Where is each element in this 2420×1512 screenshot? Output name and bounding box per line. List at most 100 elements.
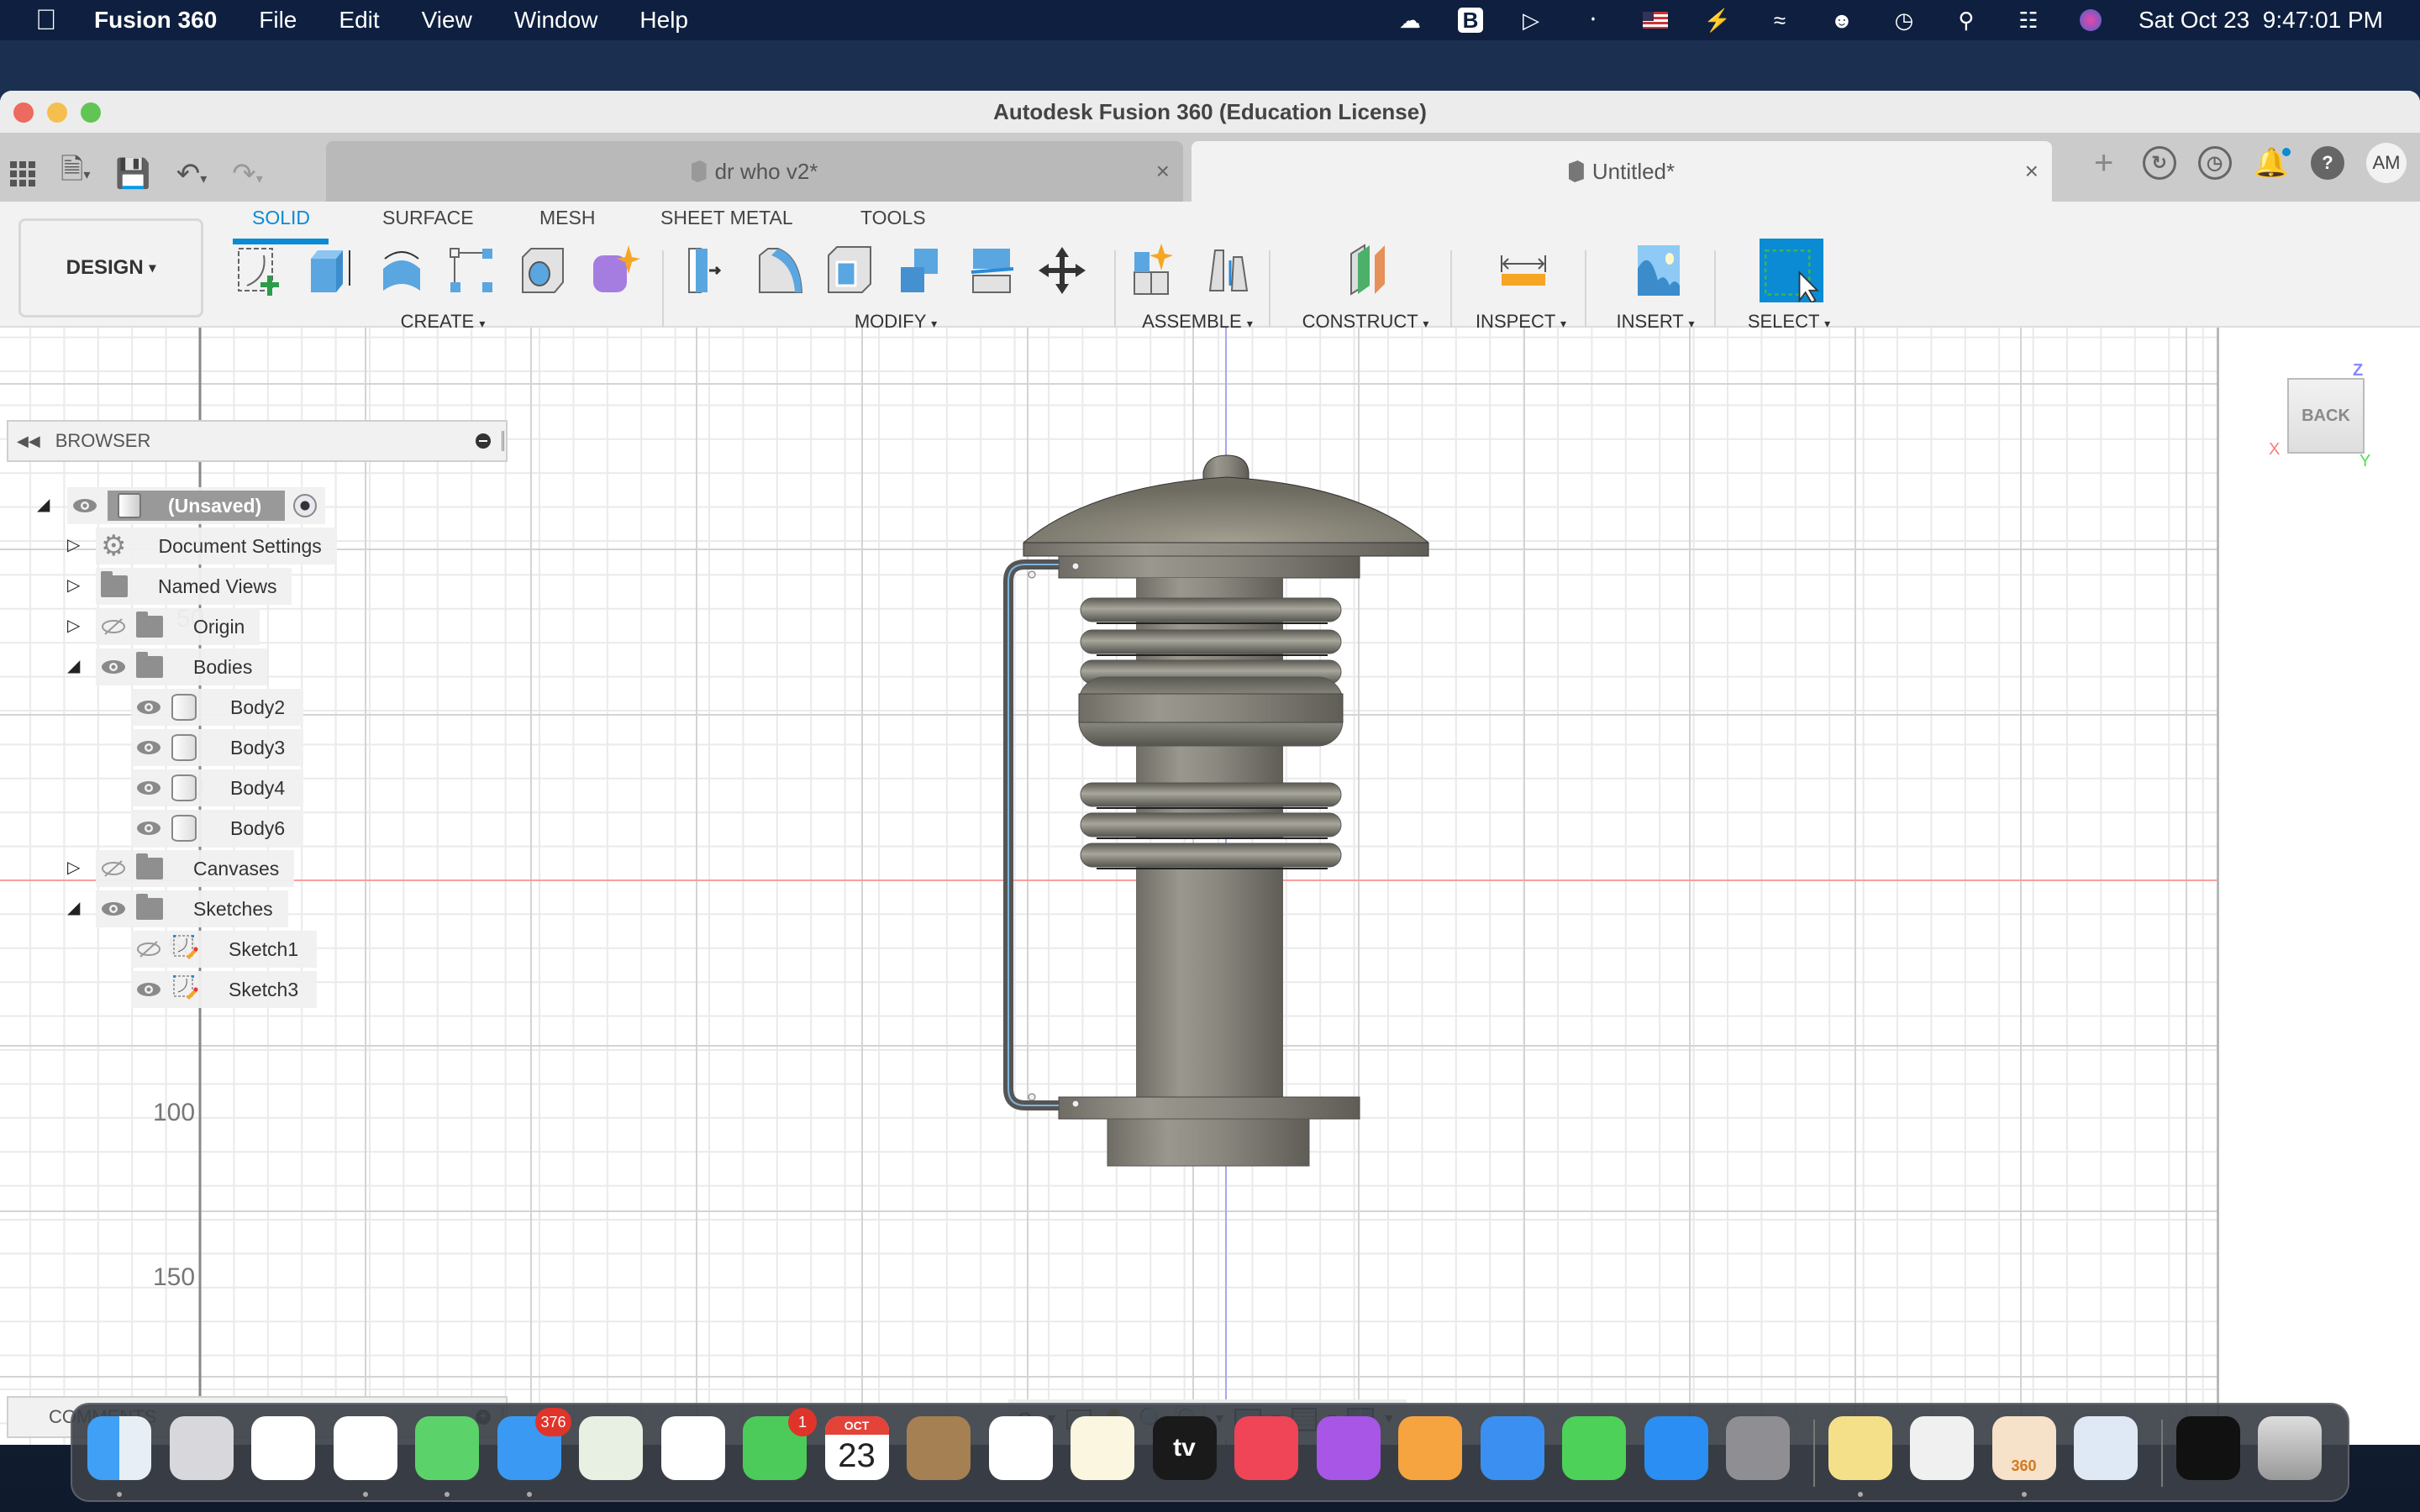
- visibility-eye-icon[interactable]: [72, 493, 97, 518]
- creative-cloud-icon[interactable]: ☁: [1396, 8, 1424, 33]
- browser-minimize-icon[interactable]: [476, 433, 491, 449]
- dock-app-reminders[interactable]: [988, 1416, 1053, 1480]
- close-tab-icon[interactable]: ×: [1156, 158, 1170, 185]
- dock-app-notes[interactable]: [1071, 1416, 1134, 1480]
- siri-icon[interactable]: [2076, 8, 2105, 33]
- viewcube[interactable]: Z BACK X Y: [2269, 361, 2403, 470]
- visibility-eye-icon[interactable]: [136, 816, 161, 841]
- dock-app-numbers[interactable]: [1562, 1416, 1626, 1480]
- shell-icon[interactable]: [823, 244, 877, 297]
- 3d-model[interactable]: [992, 444, 1462, 1216]
- workspace-switcher[interactable]: DESIGN ▾: [18, 218, 203, 318]
- tab-sheet-metal[interactable]: SHEET METAL: [660, 207, 793, 229]
- play-icon[interactable]: ▷: [1517, 8, 1545, 33]
- visibility-eye-icon[interactable]: [101, 654, 126, 680]
- minimize-window-button[interactable]: [47, 102, 67, 123]
- expand-arrow-icon[interactable]: ▷: [67, 857, 80, 878]
- select-icon[interactable]: [1760, 239, 1823, 302]
- expand-arrow-icon[interactable]: ▷: [67, 615, 80, 636]
- menu-window[interactable]: Window: [514, 7, 598, 34]
- measure-icon[interactable]: [1497, 244, 1550, 297]
- dock-app-finder[interactable]: [87, 1416, 151, 1480]
- bartender-icon[interactable]: B: [1457, 8, 1483, 33]
- dock-app-facetime[interactable]: 1: [743, 1408, 817, 1480]
- zoom-window-button[interactable]: [81, 102, 101, 123]
- split-body-icon[interactable]: [965, 244, 1018, 297]
- extrude-icon[interactable]: [304, 244, 358, 297]
- visibility-eye-icon[interactable]: [136, 695, 161, 720]
- undo-icon[interactable]: ↶▾: [176, 157, 208, 191]
- battery-charging-icon[interactable]: ⚡: [1703, 8, 1732, 33]
- dock-app-mail[interactable]: 376: [497, 1408, 571, 1480]
- browser-root-node[interactable]: (Unsaved): [67, 487, 326, 524]
- new-component-icon[interactable]: [1131, 244, 1185, 297]
- canvas-viewport[interactable]: 100 50 0 50 100 150: [0, 328, 2420, 1445]
- panel-resize-handle[interactable]: [502, 431, 504, 451]
- expand-arrow-icon[interactable]: ▷: [67, 534, 80, 555]
- dock-app-tv[interactable]: tv: [1152, 1416, 1217, 1480]
- dock-app-system-preferences[interactable]: [1726, 1416, 1790, 1480]
- browser-node-body2[interactable]: Body2: [131, 689, 304, 726]
- hidden-eye-icon[interactable]: [101, 614, 126, 639]
- browser-node-canvases[interactable]: Canvases: [96, 850, 295, 887]
- dock-app-pages[interactable]: [1398, 1416, 1462, 1480]
- move-copy-icon[interactable]: [1035, 244, 1089, 297]
- dock-app-chrome-window[interactable]: [2175, 1416, 2240, 1480]
- fillet-icon[interactable]: [753, 244, 807, 297]
- menu-edit[interactable]: Edit: [339, 7, 379, 34]
- browser-node-origin[interactable]: Origin: [96, 608, 260, 645]
- dock-app-fusion-360[interactable]: 360: [1991, 1416, 2056, 1480]
- browser-node-named-views[interactable]: Named Views: [96, 568, 292, 605]
- user-avatar[interactable]: AM: [2366, 143, 2407, 183]
- dock-app-messages[interactable]: [415, 1416, 479, 1480]
- dock-app-trash[interactable]: [2258, 1416, 2322, 1480]
- dock-app-photos[interactable]: [660, 1416, 725, 1480]
- control-center-icon[interactable]: ☷: [2014, 8, 2043, 33]
- file-menu-icon[interactable]: 🗎▾: [60, 150, 90, 197]
- pattern-icon[interactable]: [445, 244, 499, 297]
- collapse-arrow-icon[interactable]: ◢: [67, 655, 80, 676]
- dock-app-calendar[interactable]: OCT 23: [824, 1416, 889, 1480]
- menu-help[interactable]: Help: [639, 7, 688, 34]
- visibility-eye-icon[interactable]: [136, 735, 161, 760]
- job-status-icon[interactable]: ◷: [2197, 146, 2232, 180]
- dock-app-contacts[interactable]: [907, 1416, 971, 1480]
- press-pull-icon[interactable]: [682, 244, 736, 297]
- tab-untitled[interactable]: Untitled* ×: [1192, 141, 2052, 202]
- tab-mesh[interactable]: MESH: [539, 207, 595, 229]
- browser-node-sketches[interactable]: Sketches: [96, 890, 288, 927]
- dock-app-autodesk-fusion-360-launcher[interactable]: [1910, 1416, 1974, 1480]
- expand-arrow-icon[interactable]: ▷: [67, 575, 80, 596]
- wifi-icon[interactable]: ≈: [1765, 8, 1794, 33]
- menubar-clock[interactable]: Sat Oct 23 9:47:01 PM: [2139, 7, 2383, 34]
- browser-node-body4[interactable]: Body4: [131, 769, 304, 806]
- dock-app-preview[interactable]: [2074, 1416, 2138, 1480]
- visibility-eye-icon[interactable]: [136, 775, 161, 801]
- hidden-eye-icon[interactable]: [101, 856, 126, 881]
- viewcube-face-back[interactable]: BACK: [2287, 378, 2365, 454]
- visibility-eye-icon[interactable]: [136, 977, 161, 1002]
- dock-app-launchpad[interactable]: [169, 1416, 234, 1480]
- revolve-icon[interactable]: [375, 244, 429, 297]
- tab-surface[interactable]: SURFACE: [382, 207, 474, 229]
- dock-app-app-store[interactable]: [1644, 1416, 1708, 1480]
- tab-tools[interactable]: TOOLS: [860, 207, 926, 229]
- offset-plane-icon[interactable]: [1341, 244, 1395, 297]
- apple-menu-icon[interactable]: : [35, 4, 60, 37]
- dock-app-music[interactable]: [1234, 1416, 1298, 1480]
- hidden-eye-icon[interactable]: [136, 937, 161, 962]
- tab-dr-who-v2[interactable]: dr who v2* ×: [326, 141, 1183, 202]
- time-machine-icon[interactable]: ◷: [1890, 8, 1918, 33]
- spotlight-search-icon[interactable]: ⚲: [1952, 8, 1981, 33]
- user-icon[interactable]: ☻: [1828, 8, 1856, 33]
- browser-node-sketch1[interactable]: Sketch1: [131, 931, 318, 968]
- save-icon[interactable]: 💾: [115, 157, 150, 191]
- tab-solid[interactable]: SOLID: [252, 207, 310, 229]
- dock-app-stickies[interactable]: [1828, 1416, 1892, 1480]
- close-window-button[interactable]: [13, 102, 34, 123]
- collapse-arrow-icon[interactable]: ◢: [37, 494, 50, 515]
- help-icon[interactable]: ?: [2311, 146, 2344, 180]
- visibility-eye-icon[interactable]: [101, 896, 126, 921]
- bluetooth-icon[interactable]: ᛫: [1579, 8, 1607, 33]
- menu-app-name[interactable]: Fusion 360: [94, 7, 217, 34]
